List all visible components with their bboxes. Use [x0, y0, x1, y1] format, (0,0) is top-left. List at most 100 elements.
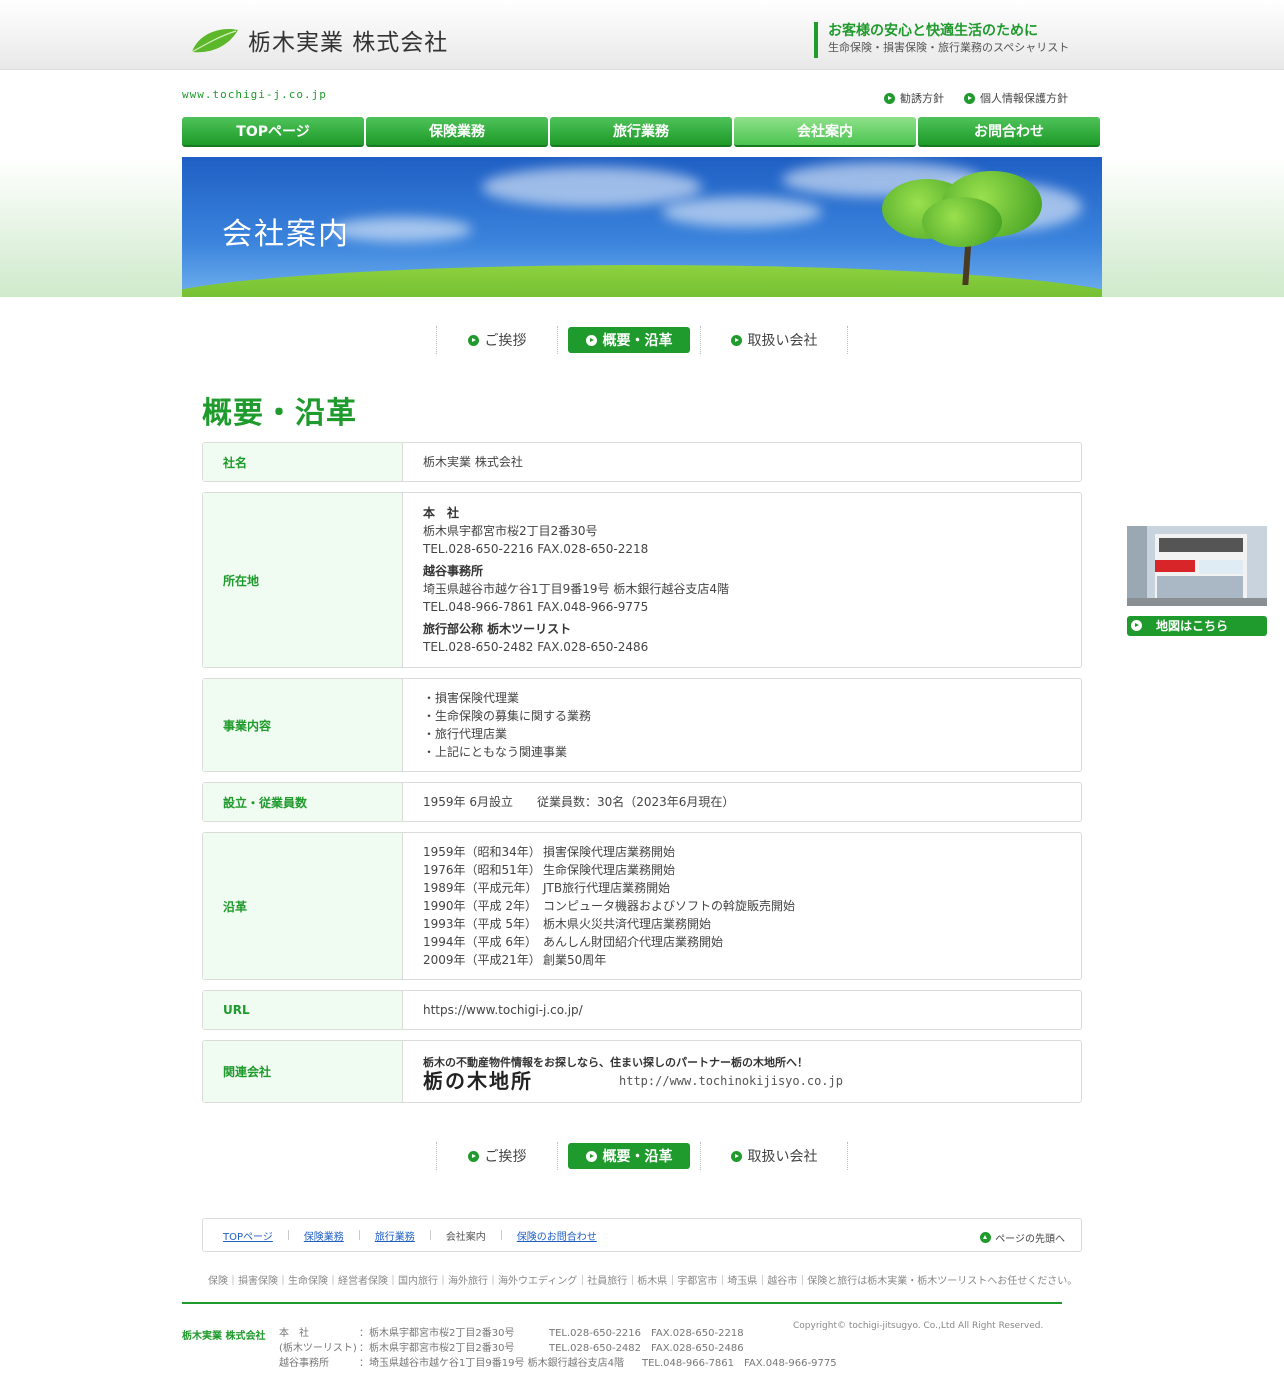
- row-label: 事業内容: [203, 679, 403, 771]
- sub-nav-bottom: ご挨拶 概要・沿革 取扱い会社: [436, 1142, 848, 1170]
- business-item: ・生命保険の募集に関する業務: [423, 709, 592, 723]
- footer-link-company: 会社案内: [445, 1231, 486, 1243]
- footer-link-travel[interactable]: 旅行業務: [375, 1228, 415, 1243]
- history-event: あんしん財団紹介代理店業務開始: [543, 935, 724, 949]
- business-item: ・損害保険代理業: [423, 691, 520, 705]
- arrow-circle-icon: [964, 92, 975, 104]
- footer-office: (栃木ツーリスト) ：栃木県宇都宮市桜2丁目2番30号 TEL.028-650-…: [279, 1341, 837, 1356]
- footer-office-address: ：栃木県宇都宮市桜2丁目2番30号: [359, 1343, 515, 1354]
- history-year: 1994年（平成 6年）: [423, 935, 537, 949]
- subnav-partners[interactable]: 取扱い会社: [701, 327, 847, 353]
- subnav-partners[interactable]: 取扱い会社: [701, 1143, 847, 1169]
- footer-keywords: 保険｜損害保険｜生命保険｜経営者保険｜国内旅行｜海外旅行｜海外ウエディング｜社員…: [208, 1276, 1078, 1287]
- office-title: 越谷事務所: [423, 564, 484, 578]
- footer-office: 越谷事務所 ：埼玉県越谷市越ケ谷1丁目9番19号 栃木銀行越谷支店4階 TEL.…: [279, 1356, 837, 1371]
- related-name: 栃の木地所: [423, 1068, 533, 1093]
- history-event: JTB旅行代理店業務開始: [543, 881, 671, 895]
- subnav-label: ご挨拶: [484, 1149, 527, 1165]
- row-value: 1959年 6月設立 従業員数：30名（2023年6月現在）: [423, 795, 735, 809]
- subnav-label: ご挨拶: [484, 333, 527, 349]
- office-koshigaya: 越谷事務所 埼玉県越谷市越ケ谷1丁目9番19号 栃木銀行越谷支店4階 TEL.0…: [423, 562, 1061, 616]
- footer-offices: 本 社 ：栃木県宇都宮市桜2丁目2番30号 TEL.028-650-2216 F…: [279, 1326, 837, 1371]
- nav-insurance[interactable]: 保険業務: [366, 117, 548, 147]
- office-address: 栃木県宇都宮市桜2丁目2番30号: [423, 524, 598, 538]
- row-label: 社名: [203, 443, 403, 481]
- arrow-circle-icon: [1131, 620, 1142, 631]
- office-tel: TEL.048-966-7861 FAX.048-966-9775: [423, 600, 649, 614]
- privacy-policy-link[interactable]: 個人情報保護方針: [964, 90, 1068, 106]
- footer-divider: [182, 1302, 1062, 1304]
- history-item: 1990年（平成 2年） コンピュータ機器およびソフトの斡旋販売開始: [423, 897, 1061, 915]
- nav-travel[interactable]: 旅行業務: [550, 117, 732, 147]
- footer-office-address: ：埼玉県越谷市越ケ谷1丁目9番19号 栃木銀行越谷支店4階: [359, 1358, 624, 1369]
- subnav-greeting[interactable]: ご挨拶: [437, 1143, 557, 1169]
- footer-office-address: ：栃木県宇都宮市桜2丁目2番30号: [359, 1328, 515, 1339]
- subnav-label: 概要・沿革: [602, 1149, 673, 1165]
- company-name: 栃木実業 株式会社: [248, 30, 449, 56]
- footer-office-tel: TEL.028-650-2482 FAX.028-650-2486: [549, 1343, 744, 1354]
- row-location: 所在地 本 社 栃木県宇都宮市桜2丁目2番30号 TEL.028-650-221…: [202, 492, 1267, 668]
- footer-office-name: 越谷事務所: [279, 1358, 329, 1369]
- history-year: 1959年（昭和34年）: [423, 845, 541, 859]
- footer-office: 本 社 ：栃木県宇都宮市桜2丁目2番30号 TEL.028-650-2216 F…: [279, 1326, 837, 1341]
- subnav-greeting[interactable]: ご挨拶: [437, 327, 557, 353]
- history-year: 1976年（昭和51年）: [423, 863, 541, 877]
- map-button[interactable]: 地図はこちら: [1127, 616, 1267, 636]
- subnav-overview[interactable]: 概要・沿革: [568, 327, 690, 353]
- footer-link-top[interactable]: TOPページ: [223, 1228, 273, 1243]
- row-founding: 設立・従業員数 1959年 6月設立 従業員数：30名（2023年6月現在）: [202, 782, 1082, 822]
- arrow-circle-icon: [730, 1150, 742, 1162]
- history-item: 1959年（昭和34年） 損害保険代理店業務開始: [423, 843, 1061, 861]
- site-logo[interactable]: 栃木実業 株式会社: [190, 22, 448, 58]
- row-value: 1959年（昭和34年） 損害保険代理店業務開始 1976年（昭和51年） 生命保険…: [403, 833, 1081, 979]
- history-event: 損害保険代理店業務開始: [543, 845, 676, 859]
- subnav-label: 取扱い会社: [747, 333, 818, 349]
- row-value: https://www.tochigi-j.co.jp/: [423, 1003, 583, 1017]
- page-banner: 会社案内: [182, 157, 1102, 297]
- page-top-link[interactable]: ページの先頭へ: [980, 1230, 1065, 1245]
- row-label: 所在地: [203, 493, 403, 667]
- office-travel: 旅行部公称 栃木ツーリスト TEL.028-650-2482 FAX.028-6…: [423, 620, 1061, 656]
- footer-link-contact[interactable]: 保険のお問合わせ: [517, 1228, 597, 1243]
- history-year: 1989年（平成元年）: [423, 881, 538, 895]
- history-item: 2009年（平成21年） 創業50周年: [423, 951, 1061, 969]
- history-item: 1976年（昭和51年） 生命保険代理店業務開始: [423, 861, 1061, 879]
- subnav-overview[interactable]: 概要・沿革: [568, 1143, 690, 1169]
- leaf-logo-icon: [191, 28, 238, 53]
- related-banner[interactable]: 栃木の不動産物件情報をお探しなら、住まい探しのパートナー栃の木地所へ！ 栃の木地…: [403, 1041, 1081, 1102]
- business-item: ・上記にともなう関連事業: [423, 745, 568, 759]
- office-photo: [1127, 526, 1267, 606]
- nav-contact[interactable]: お問合わせ: [918, 117, 1100, 147]
- history-event: 栃木県火災共済代理店業務開始: [543, 917, 712, 931]
- history-year: 2009年（平成21年）: [423, 953, 541, 967]
- header-links: 勧誘方針 個人情報保護方針: [884, 90, 1068, 106]
- arrow-circle-icon: [467, 334, 479, 346]
- business-item: ・旅行代理店業: [423, 727, 508, 741]
- office-tel: TEL.028-650-2216 FAX.028-650-2218: [423, 542, 649, 556]
- solicitation-policy-link[interactable]: 勧誘方針: [884, 90, 944, 106]
- row-history: 沿革 1959年（昭和34年） 損害保険代理店業務開始 1976年（昭和51年）生…: [202, 832, 1082, 980]
- footer-office-tel: TEL.048-966-7861 FAX.048-966-9775: [642, 1358, 837, 1369]
- nav-top[interactable]: TOPページ: [182, 117, 364, 147]
- nav-company[interactable]: 会社案内: [734, 117, 916, 147]
- site-url: www.tochigi-j.co.jp: [182, 88, 327, 101]
- link-label: 個人情報保護方針: [980, 92, 1068, 105]
- history-item: 1989年（平成元年） JTB旅行代理店業務開始: [423, 879, 1061, 897]
- arrow-circle-icon: [585, 334, 597, 346]
- office-tel: TEL.028-650-2482 FAX.028-650-2486: [423, 640, 649, 654]
- row-related: 関連会社 栃木の不動産物件情報をお探しなら、住まい探しのパートナー栃の木地所へ！…: [202, 1040, 1082, 1103]
- tagline: お客様の安心と快適生活のために 生命保険・損害保険・旅行業務のスペシャリスト: [814, 22, 1069, 58]
- footer-office-name: (栃木ツーリスト): [279, 1343, 357, 1354]
- sub-nav-top: ご挨拶 概要・沿革 取扱い会社: [436, 326, 848, 354]
- footer-link-insurance[interactable]: 保険業務: [304, 1228, 344, 1243]
- arrow-circle-icon: [585, 1150, 597, 1162]
- history-item: 1994年（平成 6年） あんしん財団紹介代理店業務開始: [423, 933, 1061, 951]
- tagline-sub: 生命保険・損害保険・旅行業務のスペシャリスト: [828, 41, 1070, 54]
- footer-office-tel: TEL.028-650-2216 FAX.028-650-2218: [549, 1328, 744, 1339]
- page-title: 概要・沿革: [202, 396, 357, 431]
- arrow-up-circle-icon: [980, 1232, 992, 1243]
- map-button-label: 地図はこちら: [1155, 619, 1228, 633]
- arrow-circle-icon: [467, 1150, 479, 1162]
- history-event: 生命保険代理店業務開始: [543, 863, 676, 877]
- tagline-main: お客様の安心と快適生活のために: [828, 23, 1038, 39]
